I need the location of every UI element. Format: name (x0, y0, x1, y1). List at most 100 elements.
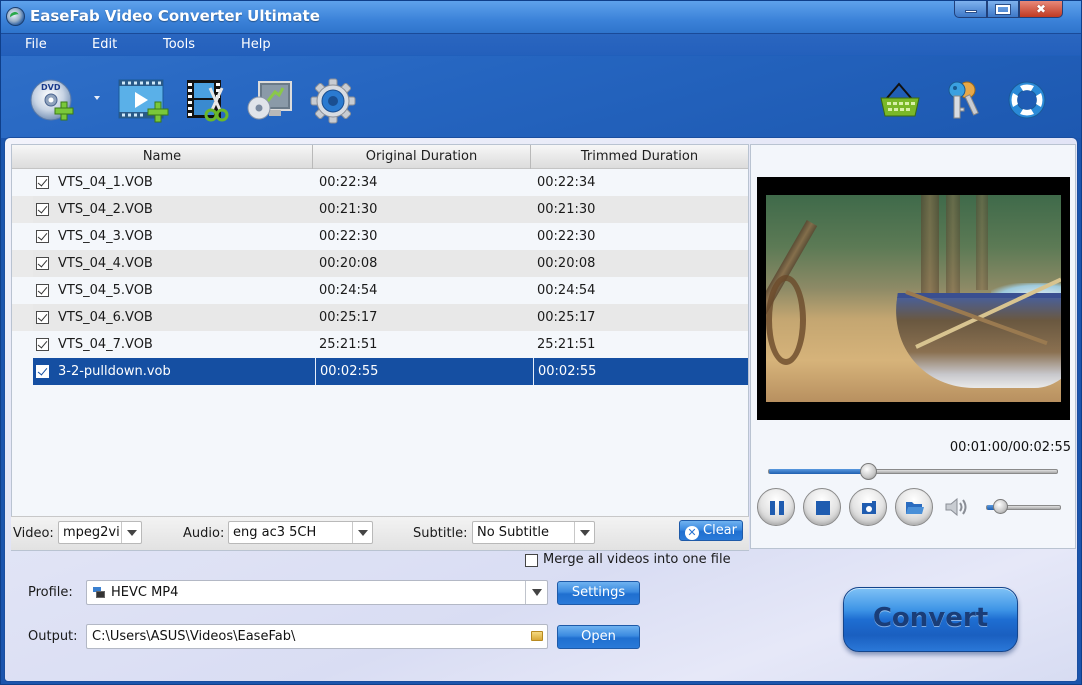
options-button[interactable] (309, 78, 361, 124)
column-header-original-duration[interactable]: Original Duration (313, 145, 531, 169)
chevron-down-icon (525, 581, 547, 604)
file-checkbox[interactable] (36, 365, 49, 378)
window-controls: ✖ (954, 1, 1063, 18)
row-gutter (12, 169, 33, 196)
help-button[interactable] (1003, 78, 1055, 124)
output-label: Output: (28, 629, 78, 644)
trimmed-duration: 00:22:30 (537, 229, 596, 244)
volume-slider[interactable] (986, 499, 1061, 514)
menu-help[interactable]: Help (241, 37, 271, 52)
buy-button[interactable] (877, 78, 929, 124)
shopping-basket-icon (880, 82, 920, 117)
open-output-button[interactable]: Open (557, 625, 640, 649)
original-duration: 00:20:08 (319, 256, 378, 271)
file-checkbox[interactable] (36, 311, 49, 324)
convert-button[interactable]: Convert (843, 587, 1018, 652)
row-gutter (12, 331, 33, 358)
trimmed-duration: 00:02:55 (533, 358, 744, 385)
stop-button[interactable] (803, 488, 841, 526)
menu-file[interactable]: File (25, 37, 47, 52)
original-duration: 00:22:34 (319, 175, 378, 190)
volume-handle[interactable] (992, 499, 1008, 514)
edit-video-icon (187, 80, 229, 122)
title-bar: EaseFab Video Converter Ultimate ✖ (1, 1, 1081, 33)
clear-button[interactable]: ✕ Clear (679, 520, 743, 541)
original-duration: 00:02:55 (315, 358, 533, 385)
open-folder-button[interactable] (895, 488, 933, 526)
window-title: EaseFab Video Converter Ultimate (30, 7, 320, 25)
file-row[interactable]: VTS_04_2.VOB 00:21:30 00:21:30 (12, 196, 748, 223)
row-gutter (12, 358, 33, 385)
minimize-button[interactable] (954, 1, 987, 18)
seek-progress (769, 469, 868, 474)
browse-folder-icon[interactable] (531, 631, 543, 641)
lifebuoy-icon (1008, 81, 1046, 119)
original-duration: 00:22:30 (319, 229, 378, 244)
video-preview (757, 177, 1070, 420)
original-duration: 25:21:51 (319, 337, 378, 352)
file-row[interactable]: VTS_04_3.VOB 00:22:30 00:22:30 (12, 223, 748, 250)
output-path-field[interactable]: C:\Users\ASUS\Videos\EaseFab\ (86, 624, 548, 649)
volume-icon[interactable] (944, 497, 970, 517)
menu-edit[interactable]: Edit (92, 37, 117, 52)
maximize-button[interactable] (987, 1, 1019, 18)
file-row[interactable]: 3-2-pulldown.vob 00:02:55 00:02:55 (12, 358, 748, 385)
add-video-icon (118, 79, 169, 123)
file-checkbox[interactable] (36, 176, 49, 189)
main-content: Name Original Duration Trimmed Duration … (4, 137, 1078, 682)
column-header-name[interactable]: Name (12, 145, 313, 169)
file-row[interactable]: VTS_04_4.VOB 00:20:08 00:20:08 (12, 250, 748, 277)
snapshot-button[interactable] (849, 488, 887, 526)
video-stream-value: mpeg2vi (63, 525, 120, 540)
settings-button[interactable]: Settings (557, 581, 640, 605)
add-video-button[interactable] (117, 78, 169, 124)
clear-label: Clear (703, 523, 737, 538)
output-path-value: C:\Users\ASUS\Videos\EaseFab\ (92, 629, 296, 644)
file-checkbox[interactable] (36, 230, 49, 243)
file-list: Name Original Duration Trimmed Duration … (11, 144, 749, 551)
edit-video-button[interactable] (184, 78, 236, 124)
disc-media-button[interactable] (245, 78, 297, 124)
chevron-down-icon (121, 522, 141, 543)
file-name: 3-2-pulldown.vob (58, 364, 171, 379)
pause-icon (770, 501, 784, 515)
file-row[interactable]: VTS_04_5.VOB 00:24:54 00:24:54 (12, 277, 748, 304)
video-stream-select[interactable]: mpeg2vi (58, 521, 142, 544)
chevron-down-icon (352, 522, 372, 543)
file-checkbox[interactable] (36, 257, 49, 270)
stop-icon (816, 501, 830, 515)
file-row[interactable]: VTS_04_7.VOB 25:21:51 25:21:51 (12, 331, 748, 358)
file-row[interactable]: VTS_04_6.VOB 00:25:17 00:25:17 (12, 304, 748, 331)
register-button[interactable] (943, 78, 995, 124)
trimmed-duration: 00:21:30 (537, 202, 596, 217)
subtitle-select[interactable]: No Subtitle (472, 521, 595, 544)
original-duration: 00:25:17 (319, 310, 378, 325)
row-gutter (12, 196, 33, 223)
file-checkbox[interactable] (36, 284, 49, 297)
pause-button[interactable] (757, 488, 795, 526)
file-checkbox[interactable] (36, 203, 49, 216)
keys-icon (948, 81, 979, 119)
disc-media-icon (247, 81, 292, 120)
stream-selector-bar: Video: mpeg2vi Audio: eng ac3 5CH Subtit… (11, 516, 749, 550)
menu-tools[interactable]: Tools (163, 37, 195, 52)
original-duration: 00:21:30 (319, 202, 378, 217)
profile-select[interactable]: HEVC MP4 (86, 580, 548, 605)
video-stream-label: Video: (13, 526, 54, 541)
trimmed-duration: 00:24:54 (537, 283, 596, 298)
file-row[interactable]: VTS_04_1.VOB 00:22:34 00:22:34 (12, 169, 748, 196)
original-duration: 00:24:54 (319, 283, 378, 298)
merge-label[interactable]: Merge all videos into one file (543, 552, 731, 567)
close-button[interactable]: ✖ (1019, 1, 1063, 18)
load-disc-dropdown-arrow[interactable] (94, 96, 100, 100)
audio-stream-select[interactable]: eng ac3 5CH (228, 521, 373, 544)
column-header-trimmed-duration[interactable]: Trimmed Duration (531, 145, 748, 169)
file-checkbox[interactable] (36, 338, 49, 351)
profile-format-icon (93, 587, 105, 599)
row-gutter (12, 223, 33, 250)
file-name: VTS_04_1.VOB (58, 175, 153, 190)
seek-handle[interactable] (859, 463, 877, 480)
merge-checkbox[interactable] (525, 554, 538, 567)
seek-slider[interactable] (768, 463, 1058, 480)
load-disc-button[interactable]: DVD (29, 78, 81, 124)
